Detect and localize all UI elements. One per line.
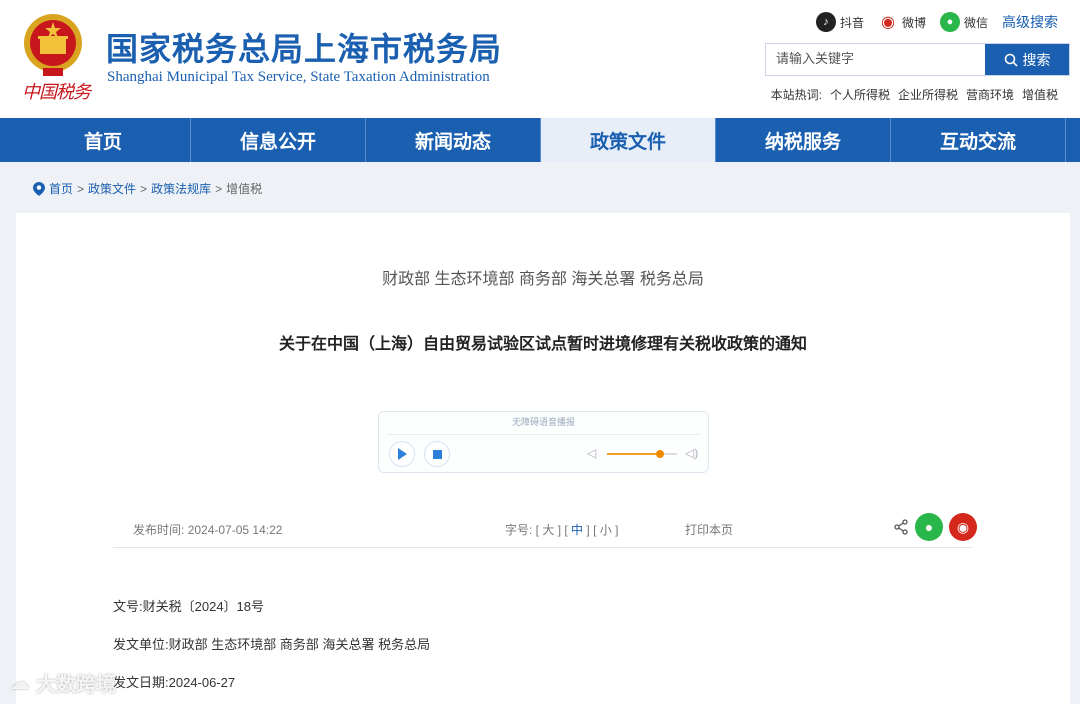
volume-handle[interactable] xyxy=(655,450,664,458)
volume-fill xyxy=(607,453,660,455)
hot-words-label: 本站热词: xyxy=(770,88,822,102)
site-title[interactable]: 国家税务总局上海市税务局 xyxy=(106,24,502,70)
doc-number-value: 财关税〔2024〕18号 xyxy=(142,599,265,614)
wechat-label: 微信 xyxy=(963,15,988,30)
issuing-unit-value: 财政部 生态环境部 商务部 海关总署 税务总局 xyxy=(168,637,431,652)
advanced-search-link[interactable]: 高级搜索 xyxy=(1002,12,1058,32)
share-bar: ● ◉ xyxy=(893,513,977,541)
weibo-label: 微博 xyxy=(901,15,926,30)
player-divider xyxy=(387,434,700,435)
site-header: 中国税务 国家税务总局上海市税务局 Shanghai Municipal Tax… xyxy=(0,0,1080,118)
stop-button[interactable] xyxy=(424,441,450,467)
hot-word[interactable]: 营商环境 xyxy=(966,86,1014,103)
print-button[interactable]: 打印本页 xyxy=(685,521,733,538)
stop-icon xyxy=(432,449,442,459)
article-issuer: 财政部 生态环境部 商务部 海关总署 税务总局 xyxy=(382,271,704,288)
nav-home[interactable]: 首页 xyxy=(16,118,191,162)
search-box: 搜索 xyxy=(765,43,1070,76)
watermark-logo-icon: ☁ xyxy=(10,672,30,694)
breadcrumb-sep: > xyxy=(140,181,148,196)
publish-label: 发布时间: xyxy=(133,523,185,537)
hot-word[interactable]: 企业所得税 xyxy=(898,86,958,103)
weibo-icon: ◉ xyxy=(877,12,898,32)
play-icon xyxy=(398,448,407,460)
search-icon xyxy=(1004,53,1018,67)
nav-policy-docs[interactable]: 政策文件 xyxy=(541,118,716,162)
publish-value: 2024-07-05 14:22 xyxy=(187,523,283,537)
doc-number: 文号:财关税〔2024〕18号 xyxy=(113,596,264,615)
font-size-small[interactable]: 小 xyxy=(600,523,612,537)
weibo-link[interactable]: ◉ 微博 xyxy=(877,12,926,32)
douyin-label: 抖音 xyxy=(839,15,864,30)
volume-low-icon: ◁ xyxy=(587,446,597,460)
search-button-label: 搜索 xyxy=(1022,51,1051,68)
douyin-icon: ♪ xyxy=(815,12,836,32)
publish-time: 发布时间: 2024-07-05 14:22 xyxy=(133,521,282,538)
tax-seal-text: 中国税务 xyxy=(22,82,91,103)
volume-slider[interactable] xyxy=(607,450,677,458)
breadcrumb-sep: > xyxy=(77,181,85,196)
audio-player: 无障碍语音播报 ◁ ◁) xyxy=(378,411,709,473)
breadcrumb-policy[interactable]: 政策文件 xyxy=(88,180,136,197)
breadcrumb-library[interactable]: 政策法规库 xyxy=(151,180,211,197)
hot-word[interactable]: 增值税 xyxy=(1022,86,1058,103)
breadcrumb-home[interactable]: 首页 xyxy=(49,180,73,197)
player-label: 无障碍语音播报 xyxy=(511,417,575,427)
douyin-link[interactable]: ♪ 抖音 xyxy=(815,12,864,32)
share-wechat-icon[interactable]: ● xyxy=(915,513,943,541)
hot-word[interactable]: 个人所得税 xyxy=(830,86,890,103)
breadcrumb-sep: > xyxy=(215,181,223,196)
issuing-unit-label: 发文单位: xyxy=(113,637,169,652)
issue-date-label: 发文日期: xyxy=(113,675,169,690)
search-input[interactable] xyxy=(766,44,985,75)
nav-news[interactable]: 新闻动态 xyxy=(366,118,541,162)
font-size-control: 字号: [ 大 ] [ 中 ] [ 小 ] xyxy=(505,523,619,537)
watermark: ☁ 大数跨境 xyxy=(10,668,116,697)
doc-number-label: 文号: xyxy=(113,599,143,614)
meta-divider xyxy=(113,547,973,548)
national-emblem-icon xyxy=(24,14,82,76)
nav-tax-service[interactable]: 纳税服务 xyxy=(716,118,891,162)
search-button[interactable]: 搜索 xyxy=(985,44,1069,75)
location-pin-icon xyxy=(33,181,45,196)
issue-date-value: 2024-06-27 xyxy=(168,675,236,690)
nav-interaction[interactable]: 互动交流 xyxy=(891,118,1066,162)
article-card: 财政部 生态环境部 商务部 海关总署 税务总局 关于在中国（上海）自由贸易试验区… xyxy=(16,213,1070,704)
share-weibo-icon[interactable]: ◉ xyxy=(949,513,977,541)
hot-words: 本站热词: 个人所得税 企业所得税 营商环境 增值税 xyxy=(771,86,1058,103)
font-size-large[interactable]: 大 xyxy=(542,523,554,537)
issue-date: 发文日期:2024-06-27 xyxy=(113,672,235,691)
wechat-icon: ● xyxy=(939,12,960,32)
share-icon[interactable] xyxy=(893,519,909,535)
wechat-link[interactable]: ● 微信 xyxy=(939,12,988,32)
issuing-unit: 发文单位:财政部 生态环境部 商务部 海关总署 税务总局 xyxy=(113,634,430,653)
font-size-label: 字号: xyxy=(505,523,533,537)
breadcrumb-current: 增值税 xyxy=(226,182,263,196)
main-nav: 首页 信息公开 新闻动态 政策文件 纳税服务 互动交流 xyxy=(0,118,1080,162)
play-button[interactable] xyxy=(389,441,415,467)
volume-high-icon: ◁) xyxy=(685,446,699,460)
font-size-medium[interactable]: 中 xyxy=(571,523,583,537)
watermark-text: 大数跨境 xyxy=(36,674,116,696)
site-subtitle: Shanghai Municipal Tax Service, State Ta… xyxy=(107,69,490,85)
breadcrumb: 首页 > 政策文件 > 政策法规库 > 增值税 xyxy=(33,180,262,197)
nav-info-disclosure[interactable]: 信息公开 xyxy=(191,118,366,162)
social-links: ♪ 抖音 ◉ 微博 ● 微信 高级搜索 xyxy=(815,12,1058,32)
article-title: 关于在中国（上海）自由贸易试验区试点暂时进境修理有关税收政策的通知 xyxy=(278,336,807,353)
